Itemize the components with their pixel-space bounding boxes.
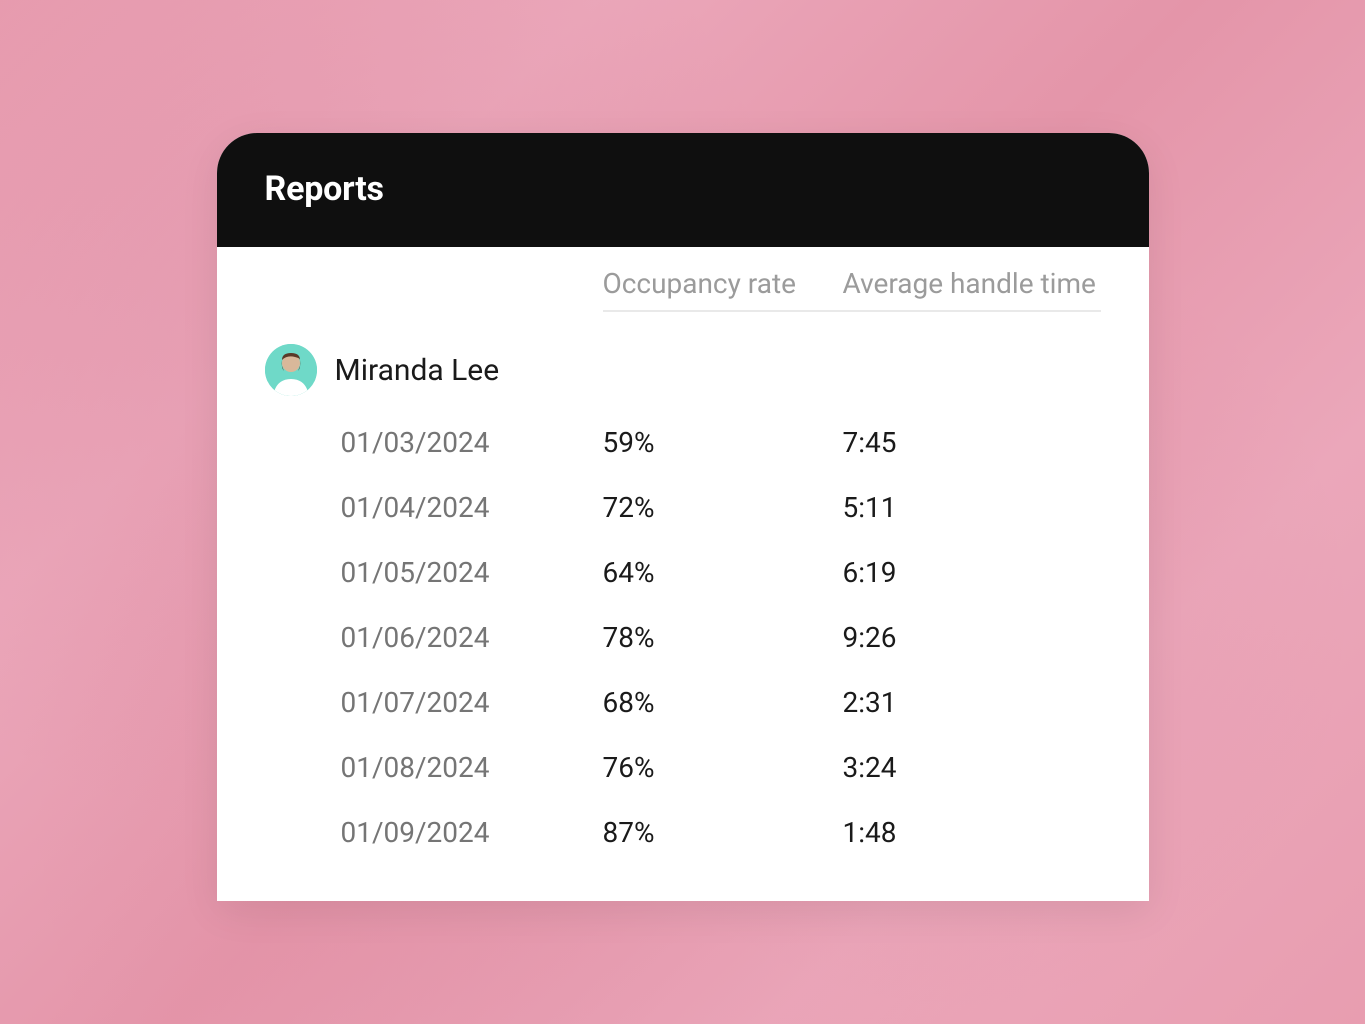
page-title: Reports <box>265 169 1101 209</box>
table-row: 01/08/202476%3:24 <box>265 735 1101 800</box>
occupancy-cell: 64% <box>603 556 843 589</box>
occupancy-cell: 59% <box>603 426 843 459</box>
occupancy-cell: 78% <box>603 621 843 654</box>
aht-cell: 2:31 <box>843 686 897 719</box>
table-row: 01/04/202472%5:11 <box>265 475 1101 540</box>
occupancy-cell: 87% <box>603 816 843 849</box>
aht-cell: 5:11 <box>843 491 897 524</box>
date-cell: 01/06/2024 <box>265 621 603 654</box>
column-header-aht: Average handle time <box>843 267 1096 300</box>
table-row: 01/03/202459%7:45 <box>265 410 1101 475</box>
date-cell: 01/07/2024 <box>265 686 603 719</box>
table-row: 01/09/202487%1:48 <box>265 800 1101 865</box>
aht-cell: 6:19 <box>843 556 897 589</box>
column-header-occupancy: Occupancy rate <box>603 267 843 300</box>
column-header-metrics: Occupancy rate Average handle time <box>603 267 1101 312</box>
aht-cell: 7:45 <box>843 426 897 459</box>
user-row: Miranda Lee <box>265 322 1101 410</box>
date-cell: 01/03/2024 <box>265 426 603 459</box>
occupancy-cell: 76% <box>603 751 843 784</box>
reports-card: Reports Occupancy rate Average handle ti… <box>217 133 1149 901</box>
date-cell: 01/05/2024 <box>265 556 603 589</box>
avatar <box>265 344 317 396</box>
aht-cell: 1:48 <box>843 816 897 849</box>
date-cell: 01/09/2024 <box>265 816 603 849</box>
aht-cell: 3:24 <box>843 751 897 784</box>
aht-cell: 9:26 <box>843 621 897 654</box>
occupancy-cell: 72% <box>603 491 843 524</box>
data-rows: 01/03/202459%7:4501/04/202472%5:1101/05/… <box>265 410 1101 865</box>
occupancy-cell: 68% <box>603 686 843 719</box>
card-header: Reports <box>217 133 1149 247</box>
user-name: Miranda Lee <box>335 353 500 388</box>
date-cell: 01/08/2024 <box>265 751 603 784</box>
table-row: 01/06/202478%9:26 <box>265 605 1101 670</box>
date-cell: 01/04/2024 <box>265 491 603 524</box>
table-row: 01/07/202468%2:31 <box>265 670 1101 735</box>
column-headers: Occupancy rate Average handle time <box>265 267 1101 322</box>
card-body: Occupancy rate Average handle time Miran… <box>217 247 1149 901</box>
avatar-icon <box>265 344 317 396</box>
table-row: 01/05/202464%6:19 <box>265 540 1101 605</box>
